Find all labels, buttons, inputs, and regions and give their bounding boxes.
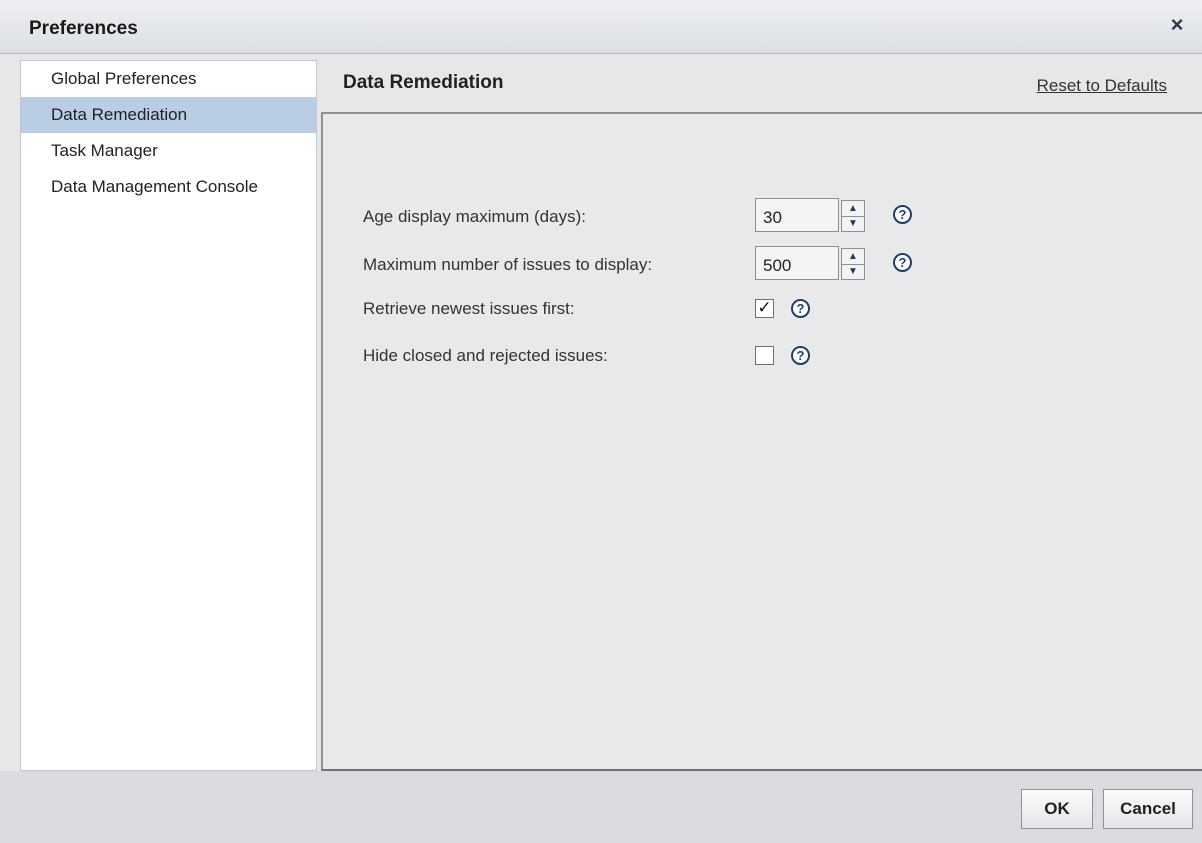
spinner-buttons: ▲ ▼	[841, 248, 865, 280]
nav-item-data-management-console[interactable]: Data Management Console	[21, 169, 316, 205]
section-title: Data Remediation	[343, 72, 504, 93]
max-issues-spinner: ▲ ▼	[755, 246, 875, 280]
preferences-nav: Global Preferences Data Remediation Task…	[20, 60, 317, 771]
nav-item-global-preferences[interactable]: Global Preferences	[21, 61, 316, 97]
nav-item-task-manager[interactable]: Task Manager	[21, 133, 316, 169]
age-display-spinner: ▲ ▼	[755, 198, 875, 232]
preferences-content: Data Remediation Reset to Defaults Age d…	[321, 60, 1202, 771]
cancel-button[interactable]: Cancel	[1103, 789, 1193, 829]
age-display-label: Age display maximum (days):	[363, 207, 586, 226]
dialog-footer: OK Cancel	[0, 771, 1202, 843]
help-icon[interactable]: ?	[791, 346, 810, 365]
content-header: Data Remediation Reset to Defaults	[321, 60, 1202, 112]
hide-closed-label: Hide closed and rejected issues:	[363, 346, 608, 365]
help-icon[interactable]: ?	[791, 299, 810, 318]
max-issues-input[interactable]	[755, 246, 839, 280]
spin-down-icon[interactable]: ▼	[842, 264, 864, 279]
spinner-buttons: ▲ ▼	[841, 200, 865, 232]
settings-panel: Age display maximum (days): ▲ ▼ ? Maximu…	[321, 112, 1202, 771]
dialog-title: Preferences	[29, 18, 138, 39]
dialog-titlebar: Preferences ×	[0, 0, 1202, 54]
help-icon[interactable]: ?	[893, 205, 912, 224]
help-icon[interactable]: ?	[893, 253, 912, 272]
max-issues-label: Maximum number of issues to display:	[363, 255, 653, 274]
spin-down-icon[interactable]: ▼	[842, 216, 864, 231]
spin-up-icon[interactable]: ▲	[842, 201, 864, 217]
spin-up-icon[interactable]: ▲	[842, 249, 864, 265]
close-icon[interactable]: ×	[1166, 14, 1188, 36]
retrieve-newest-checkbox[interactable]: ✓	[755, 299, 774, 318]
reset-to-defaults-link[interactable]: Reset to Defaults	[1037, 76, 1167, 96]
nav-item-data-remediation[interactable]: Data Remediation	[21, 97, 316, 133]
hide-closed-checkbox[interactable]	[755, 346, 774, 365]
ok-button[interactable]: OK	[1021, 789, 1093, 829]
age-display-input[interactable]	[755, 198, 839, 232]
retrieve-newest-label: Retrieve newest issues first:	[363, 299, 575, 318]
